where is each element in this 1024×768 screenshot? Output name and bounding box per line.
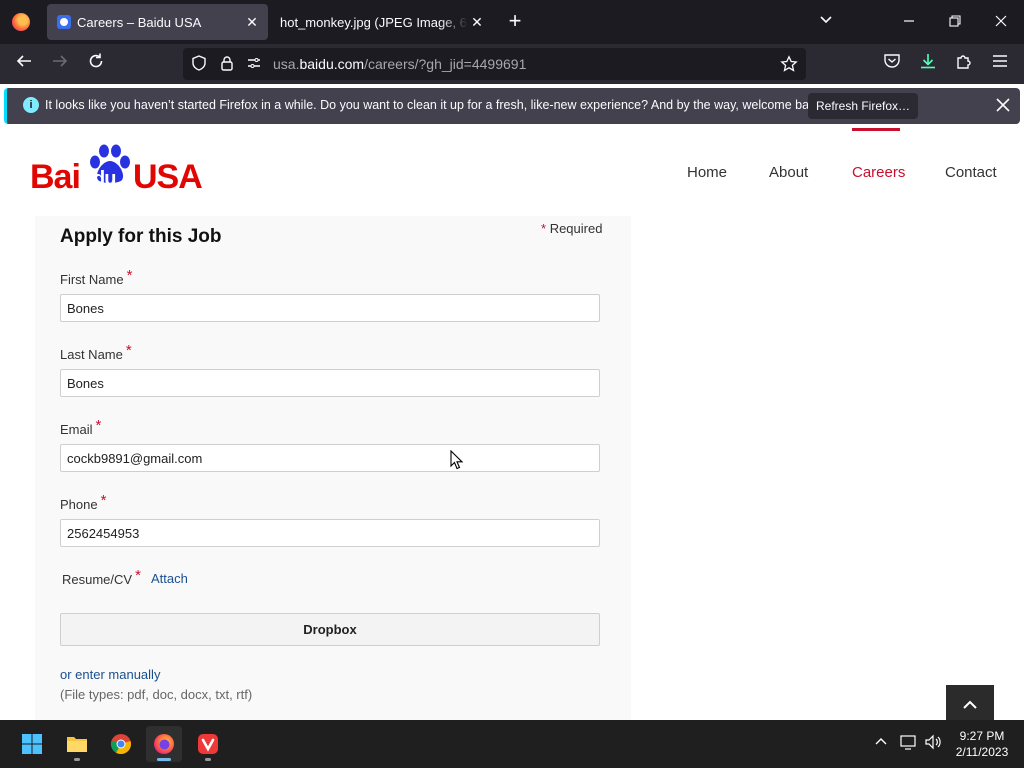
chevron-up-icon [963,700,977,709]
url-text[interactable]: usa.baidu.com/careers/?gh_jid=4499691 [273,56,526,72]
resume-label: Resume/CV * [62,567,141,587]
firefox-icon[interactable] [12,13,30,31]
bookmark-star-icon[interactable] [780,55,798,73]
tab-hot-monkey[interactable]: hot_monkey.jpg (JPEG Image, 680 × 680 pi… [270,4,488,40]
enter-manually-link[interactable]: or enter manually [60,667,160,682]
running-indicator [74,758,80,761]
mouse-cursor-icon [450,450,464,470]
start-button[interactable] [14,726,50,762]
clock[interactable]: 9:27 PM 2/11/2023 [948,728,1016,760]
reload-icon[interactable] [84,52,108,76]
minimize-button[interactable] [897,10,921,34]
required-note: * Required [541,221,603,236]
vivaldi-button[interactable] [190,726,226,762]
chrome-icon [110,734,131,755]
baidu-usa-logo[interactable]: Bai du USA [30,144,210,200]
windows-taskbar: 9:27 PM 2/11/2023 [0,720,1024,768]
scroll-to-top-button[interactable] [946,685,994,720]
lock-icon[interactable] [218,55,236,73]
application-form: Apply for this Job * Required First Name… [35,216,631,720]
logo-text: USA [133,158,203,196]
chrome-button[interactable] [103,726,139,762]
network-icon[interactable] [900,734,918,752]
email-label: Email * [60,417,102,437]
url-bar[interactable]: usa.baidu.com/careers/?gh_jid=4499691 [183,48,806,80]
attach-link[interactable]: Attach [151,571,188,586]
restore-button[interactable] [943,10,967,34]
forward-icon[interactable] [48,52,72,76]
phone-input[interactable] [60,519,600,547]
running-indicator [157,758,171,761]
close-window-button[interactable] [989,10,1013,34]
phone-label: Phone * [60,492,107,512]
email-input[interactable] [60,444,600,472]
extensions-icon[interactable] [952,52,976,76]
info-icon: i [23,97,39,113]
close-tab-icon[interactable]: ✕ [243,13,261,31]
windows-icon [22,734,42,754]
form-title: Apply for this Job [60,226,222,247]
active-nav-indicator [852,128,900,131]
baidu-favicon-icon [57,15,71,29]
tab-title: Careers – Baidu USA [77,15,202,30]
nav-about[interactable]: About [769,164,808,181]
chevron-up-icon[interactable] [872,734,890,752]
back-icon[interactable] [12,52,36,76]
last-name-input[interactable] [60,369,600,397]
page-viewport: Bai du USA Home About Careers Contact Ap… [0,128,1024,720]
nav-contact[interactable]: Contact [945,164,997,181]
list-all-tabs-icon[interactable] [814,10,838,34]
refresh-firefox-notification: i It looks like you haven’t started Fire… [4,88,1020,124]
dropbox-button[interactable]: Dropbox [60,613,600,646]
running-indicator [205,758,211,761]
close-notification-icon[interactable] [991,94,1015,118]
shield-icon[interactable] [190,55,208,73]
logo-text: Bai [30,158,81,196]
tab-bar: Careers – Baidu USA ✕ hot_monkey.jpg (JP… [0,0,1024,44]
firefox-taskbar-button[interactable] [146,726,182,762]
permissions-icon[interactable] [245,55,263,73]
first-name-label: First Name * [60,267,133,287]
navigation-toolbar: usa.baidu.com/careers/?gh_jid=4499691 [0,44,1024,84]
nav-careers[interactable]: Careers [852,164,905,181]
file-types-note: (File types: pdf, doc, docx, txt, rtf) [60,687,253,702]
notification-message: It looks like you haven’t started Firefo… [45,98,826,112]
folder-icon [67,737,87,752]
nav-home[interactable]: Home [687,164,727,181]
refresh-firefox-button[interactable]: Refresh Firefox… [808,93,918,119]
pocket-icon[interactable] [880,52,904,76]
clock-date: 2/11/2023 [955,745,1009,759]
downloads-icon[interactable] [916,52,940,76]
last-name-label: Last Name * [60,342,132,362]
firefox-icon [154,734,174,754]
new-tab-button[interactable]: + [505,10,525,32]
first-name-input[interactable] [60,294,600,322]
vivaldi-icon [198,734,218,754]
menu-icon[interactable] [988,52,1012,76]
clock-time: 9:27 PM [959,729,1005,743]
file-explorer-button[interactable] [59,726,95,762]
close-tab-icon[interactable]: ✕ [468,13,486,31]
tab-title: hot_monkey.jpg (JPEG Image, 680 × 680 pi… [280,15,468,30]
volume-icon[interactable] [924,734,942,752]
tab-careers[interactable]: Careers – Baidu USA ✕ [47,4,268,40]
logo-text: du [93,168,116,190]
